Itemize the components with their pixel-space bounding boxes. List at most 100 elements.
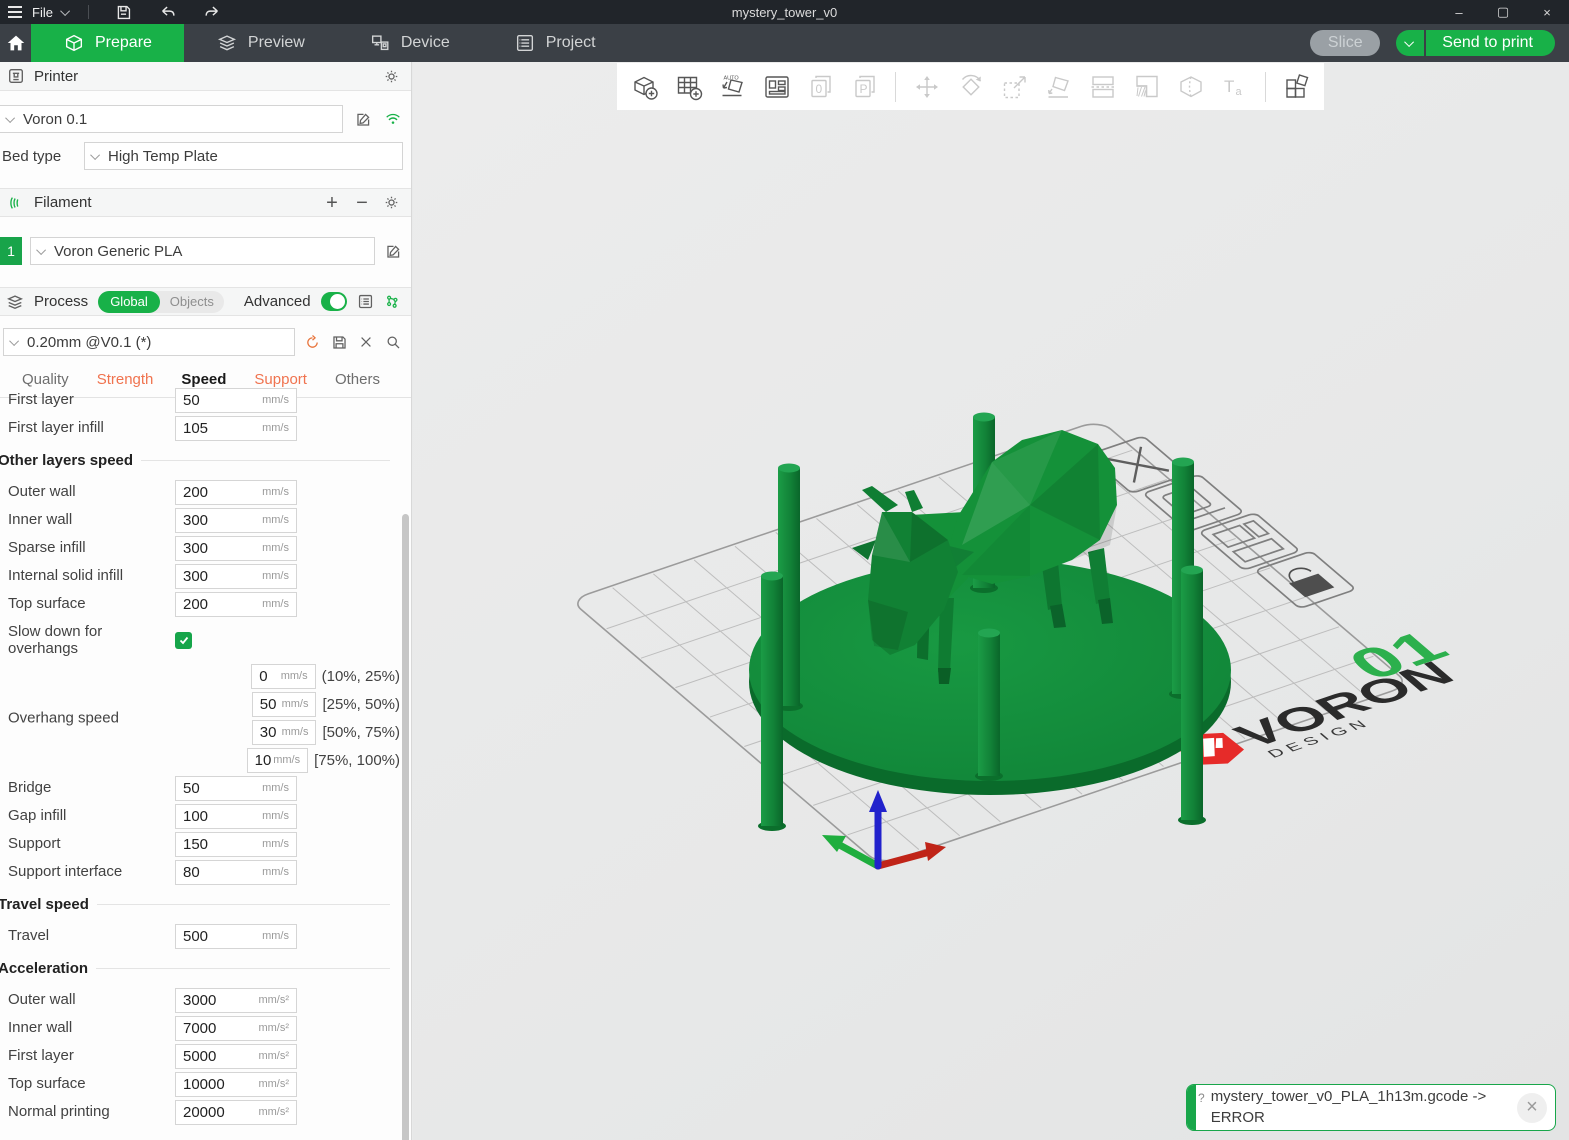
save-preset-icon[interactable]	[329, 332, 349, 352]
setting-input[interactable]: 50mm/s	[252, 692, 317, 717]
plate-settings-icon[interactable]	[1143, 474, 1244, 531]
setting-range-note: (10%, 25%)	[322, 668, 400, 685]
search-settings-icon[interactable]	[383, 332, 403, 352]
setting-checkbox[interactable]	[175, 632, 192, 649]
setting-input[interactable]: 300mm/s	[175, 536, 297, 561]
setting-input[interactable]: 200mm/s	[175, 480, 297, 505]
model-pillar-front-left[interactable]	[758, 572, 786, 832]
plate-delete-icon[interactable]	[1087, 436, 1188, 493]
setting-input[interactable]: 0mm/s	[251, 664, 315, 689]
setting-input[interactable]: 5000mm/s²	[175, 1044, 297, 1069]
process-icon	[6, 292, 24, 312]
toast-help-icon[interactable]: ?	[1198, 1091, 1205, 1105]
setting-input[interactable]: 20000mm/s²	[175, 1100, 297, 1125]
setting-input[interactable]: 105mm/s	[175, 416, 297, 441]
file-menu-chevron-icon[interactable]	[60, 6, 70, 16]
setting-row: Support interface80mm/s	[0, 858, 400, 886]
plate-lock-icon[interactable]	[1255, 551, 1356, 608]
filament-edit-icon[interactable]	[383, 241, 403, 261]
setting-row: Outer wall200mm/s	[0, 478, 400, 506]
setting-unit: mm/s	[262, 598, 289, 610]
arrange-icon[interactable]	[759, 69, 794, 104]
slice-button[interactable]: Slice	[1310, 30, 1380, 56]
add-filament-button[interactable]: +	[321, 193, 343, 213]
scope-objects[interactable]: Objects	[160, 294, 224, 309]
file-menu[interactable]: File	[32, 5, 53, 20]
scrollbar-thumb[interactable]	[402, 514, 409, 1140]
tab-project[interactable]: Project	[482, 24, 628, 62]
minimize-button[interactable]: –	[1437, 0, 1481, 24]
home-button[interactable]	[0, 24, 31, 62]
tab-preview[interactable]: Preview	[184, 24, 337, 62]
setting-input[interactable]: 30mm/s	[252, 720, 317, 745]
build-plate[interactable]: VORON D E S I G N 01	[570, 401, 1491, 886]
model-pillar-front-center[interactable]	[975, 629, 1003, 782]
process-preset-select[interactable]: 0.20mm @V0.1 (*)	[3, 328, 295, 356]
settings-list-icon[interactable]	[357, 292, 374, 312]
settings-scrollbar[interactable]	[402, 452, 409, 1140]
bed-type-label: Bed type	[2, 148, 72, 165]
save-icon[interactable]	[115, 3, 133, 21]
printer-connection-wifi-icon[interactable]	[383, 109, 403, 129]
setting-row: Bridge50mm/s	[0, 774, 400, 802]
advanced-toggle[interactable]	[321, 292, 347, 311]
add-model-icon[interactable]	[627, 69, 662, 104]
viewport-3d[interactable]: VORON D E S I G N 01	[413, 62, 1569, 1140]
send-to-print-button[interactable]: Send to print	[1426, 30, 1555, 56]
setting-input[interactable]: 50mm/s	[175, 776, 297, 801]
model-pillar-back-left[interactable]	[775, 464, 803, 712]
model-cow[interactable]	[852, 430, 1117, 684]
tab-prepare[interactable]: Prepare	[31, 24, 184, 62]
setting-input[interactable]: 10000mm/s²	[175, 1072, 297, 1097]
filament-preset-select[interactable]: Voron Generic PLA	[30, 237, 375, 265]
slicer-window: File mystery_tower_v0 – ▢ × PreparePrevi…	[0, 0, 1569, 1140]
remove-filament-button[interactable]: −	[351, 193, 373, 213]
setting-input[interactable]: 150mm/s	[175, 832, 297, 857]
process-section-title: Process	[34, 293, 88, 310]
undo-icon[interactable]	[159, 3, 177, 21]
setting-label: Travel	[8, 927, 175, 944]
filament-section-header: Filament + −	[0, 188, 411, 217]
tab-label: Device	[401, 34, 450, 52]
model-disc[interactable]	[749, 559, 1231, 795]
delete-preset-icon[interactable]	[356, 332, 376, 352]
setting-input[interactable]: 50mm/s	[175, 388, 297, 413]
printer-settings-gear-icon[interactable]	[381, 66, 401, 86]
add-plate-icon[interactable]	[671, 69, 706, 104]
send-options-chevron-icon[interactable]	[1396, 30, 1424, 56]
model-pillar-front-right[interactable]	[1178, 566, 1206, 826]
auto-orient-icon[interactable]	[715, 69, 750, 104]
plate-arrange-icon[interactable]	[1199, 513, 1300, 570]
assemble-icon[interactable]	[1279, 69, 1314, 104]
compare-presets-icon[interactable]	[384, 292, 401, 312]
model-pillar-back-center[interactable]	[970, 413, 998, 594]
setting-input[interactable]: 3000mm/s²	[175, 988, 297, 1013]
filament-settings-gear-icon[interactable]	[381, 193, 401, 213]
process-scope-switch[interactable]: Global Objects	[98, 291, 224, 313]
maximize-button[interactable]: ▢	[1481, 0, 1525, 24]
setting-input[interactable]: 10mm/s	[247, 748, 308, 773]
setting-input[interactable]: 7000mm/s²	[175, 1016, 297, 1041]
setting-value: 50	[183, 392, 262, 409]
lay-on-face-icon	[1041, 69, 1076, 104]
setting-input[interactable]: 80mm/s	[175, 860, 297, 885]
setting-unit: mm/s	[262, 570, 289, 582]
printer-edit-icon[interactable]	[353, 109, 373, 129]
setting-input[interactable]: 200mm/s	[175, 592, 297, 617]
reset-preset-icon[interactable]	[302, 332, 322, 352]
setting-input[interactable]: 300mm/s	[175, 508, 297, 533]
move-icon	[909, 69, 944, 104]
setting-input[interactable]: 300mm/s	[175, 564, 297, 589]
printer-preset-select[interactable]: Voron 0.1	[0, 105, 343, 133]
setting-unit: mm/s	[262, 422, 289, 434]
redo-icon[interactable]	[203, 3, 221, 21]
tab-device[interactable]: Device	[337, 24, 482, 62]
menu-hamburger-icon[interactable]	[8, 6, 22, 18]
toast-close-icon[interactable]: ×	[1517, 1093, 1547, 1123]
scope-global[interactable]: Global	[98, 291, 160, 313]
setting-input[interactable]: 100mm/s	[175, 804, 297, 829]
setting-input[interactable]: 500mm/s	[175, 924, 297, 949]
bed-type-select[interactable]: High Temp Plate	[84, 142, 403, 170]
close-button[interactable]: ×	[1525, 0, 1569, 24]
model-pillar-back-right[interactable]	[1169, 458, 1197, 700]
